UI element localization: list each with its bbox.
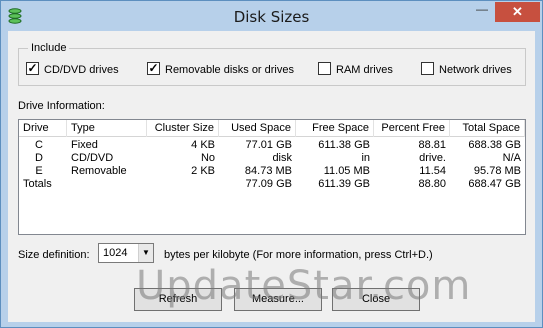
- size-definition-select[interactable]: 1024 ▼: [98, 243, 154, 263]
- cell-used-space: 84.73 MB: [244, 165, 292, 177]
- column-header-free-space[interactable]: Free Space: [296, 120, 374, 137]
- checkbox-box[interactable]: ✓: [147, 62, 160, 75]
- cell-cluster-size: [147, 178, 219, 191]
- checkbox-box[interactable]: [421, 62, 434, 75]
- checkbox-label: Removable disks or drives: [165, 63, 294, 76]
- refresh-button[interactable]: Refresh: [134, 288, 222, 311]
- cell-free-space: 611.39 GB: [318, 178, 370, 190]
- chevron-down-icon[interactable]: ▼: [138, 244, 153, 262]
- cell-type: Fixed: [71, 139, 98, 151]
- include-group-label: Include: [28, 42, 70, 54]
- checkbox-label: CD/DVD drives: [44, 63, 119, 76]
- cell-totals-label: Totals: [23, 178, 52, 190]
- column-header-used-space[interactable]: Used Space: [219, 120, 296, 137]
- checkbox-ram-drives[interactable]: RAM drives: [318, 62, 393, 77]
- cell-free-space: 11.05 MB: [323, 165, 370, 177]
- checkbox-network-drives[interactable]: Network drives: [421, 62, 512, 77]
- checkbox-box[interactable]: ✓: [26, 62, 39, 75]
- cell-free-space: in: [361, 152, 370, 164]
- cell-used-space: disk: [272, 152, 292, 164]
- cell-type: Removable: [71, 165, 127, 177]
- close-window-button[interactable]: ✕: [495, 2, 540, 22]
- cell-drive: D: [35, 152, 43, 164]
- checkbox-removable-disks[interactable]: ✓ Removable disks or drives: [147, 62, 294, 77]
- cell-cluster-size: 2 KB: [191, 165, 215, 177]
- cell-cluster-size: No: [200, 152, 215, 164]
- disk-sizes-window: Disk Sizes — ✕ Include ✓ CD/DVD drives ✓ R…: [0, 0, 543, 328]
- cell-percent-free: drive.: [419, 152, 446, 164]
- cell-drive: C: [35, 139, 43, 151]
- cell-type: [67, 178, 147, 191]
- drive-list-rows: C Fixed 4 KB 77.01 GB 611.38 GB 88.81 68…: [19, 139, 525, 191]
- table-row[interactable]: D CD/DVD No disk in drive. N/A: [19, 152, 525, 165]
- column-header-drive[interactable]: Drive: [19, 120, 67, 137]
- minimize-button[interactable]: —: [469, 2, 495, 22]
- cell-used-space: 77.01 GB: [245, 139, 292, 151]
- cell-total-space: 688.47 GB: [468, 178, 521, 190]
- cell-percent-free: 88.81: [418, 139, 446, 151]
- column-header-cluster-size[interactable]: Cluster Size: [147, 120, 219, 137]
- size-definition-hint: bytes per kilobyte (For more information…: [164, 249, 433, 261]
- close-button[interactable]: Close: [332, 288, 420, 311]
- checkbox-box[interactable]: [318, 62, 331, 75]
- cell-cluster-size: 4 KB: [191, 139, 215, 151]
- column-header-total-space[interactable]: Total Space: [450, 120, 525, 137]
- checkbox-cd-dvd-drives[interactable]: ✓ CD/DVD drives: [26, 62, 119, 77]
- cell-total-space: 688.38 GB: [468, 139, 521, 151]
- size-definition-label: Size definition:: [18, 249, 90, 261]
- table-row[interactable]: C Fixed 4 KB 77.01 GB 611.38 GB 88.81 68…: [19, 139, 525, 152]
- dialog-client-area: Include ✓ CD/DVD drives ✓ Removable disks …: [8, 31, 535, 322]
- cell-drive: E: [35, 165, 43, 177]
- size-definition-value: 1024: [103, 247, 128, 259]
- cell-type: CD/DVD: [71, 152, 114, 164]
- cell-total-space: 95.78 MB: [473, 165, 521, 177]
- checkbox-label: Network drives: [439, 63, 512, 76]
- title-bar[interactable]: Disk Sizes — ✕: [1, 1, 542, 31]
- column-header-percent-free[interactable]: Percent Free: [374, 120, 450, 137]
- table-row[interactable]: E Removable 2 KB 84.73 MB 11.05 MB 11.54…: [19, 165, 525, 178]
- column-header-type[interactable]: Type: [67, 120, 147, 137]
- measure-button[interactable]: Measure...: [234, 288, 322, 311]
- cell-total-space: N/A: [502, 152, 521, 164]
- cell-free-space: 611.38 GB: [318, 139, 370, 151]
- checkbox-label: RAM drives: [336, 63, 393, 76]
- window-title: Disk Sizes: [233, 8, 310, 26]
- drive-information-label: Drive Information:: [18, 100, 105, 112]
- drive-list-header: Drive Type Cluster Size Used Space Free …: [19, 120, 525, 137]
- cell-percent-free: 88.80: [418, 178, 446, 190]
- cell-percent-free: 11.54: [419, 165, 446, 177]
- drive-list[interactable]: Drive Type Cluster Size Used Space Free …: [18, 119, 526, 235]
- cell-used-space: 77.09 GB: [245, 178, 292, 190]
- totals-row[interactable]: Totals 77.09 GB 611.39 GB 88.80 688.47 G…: [19, 178, 525, 191]
